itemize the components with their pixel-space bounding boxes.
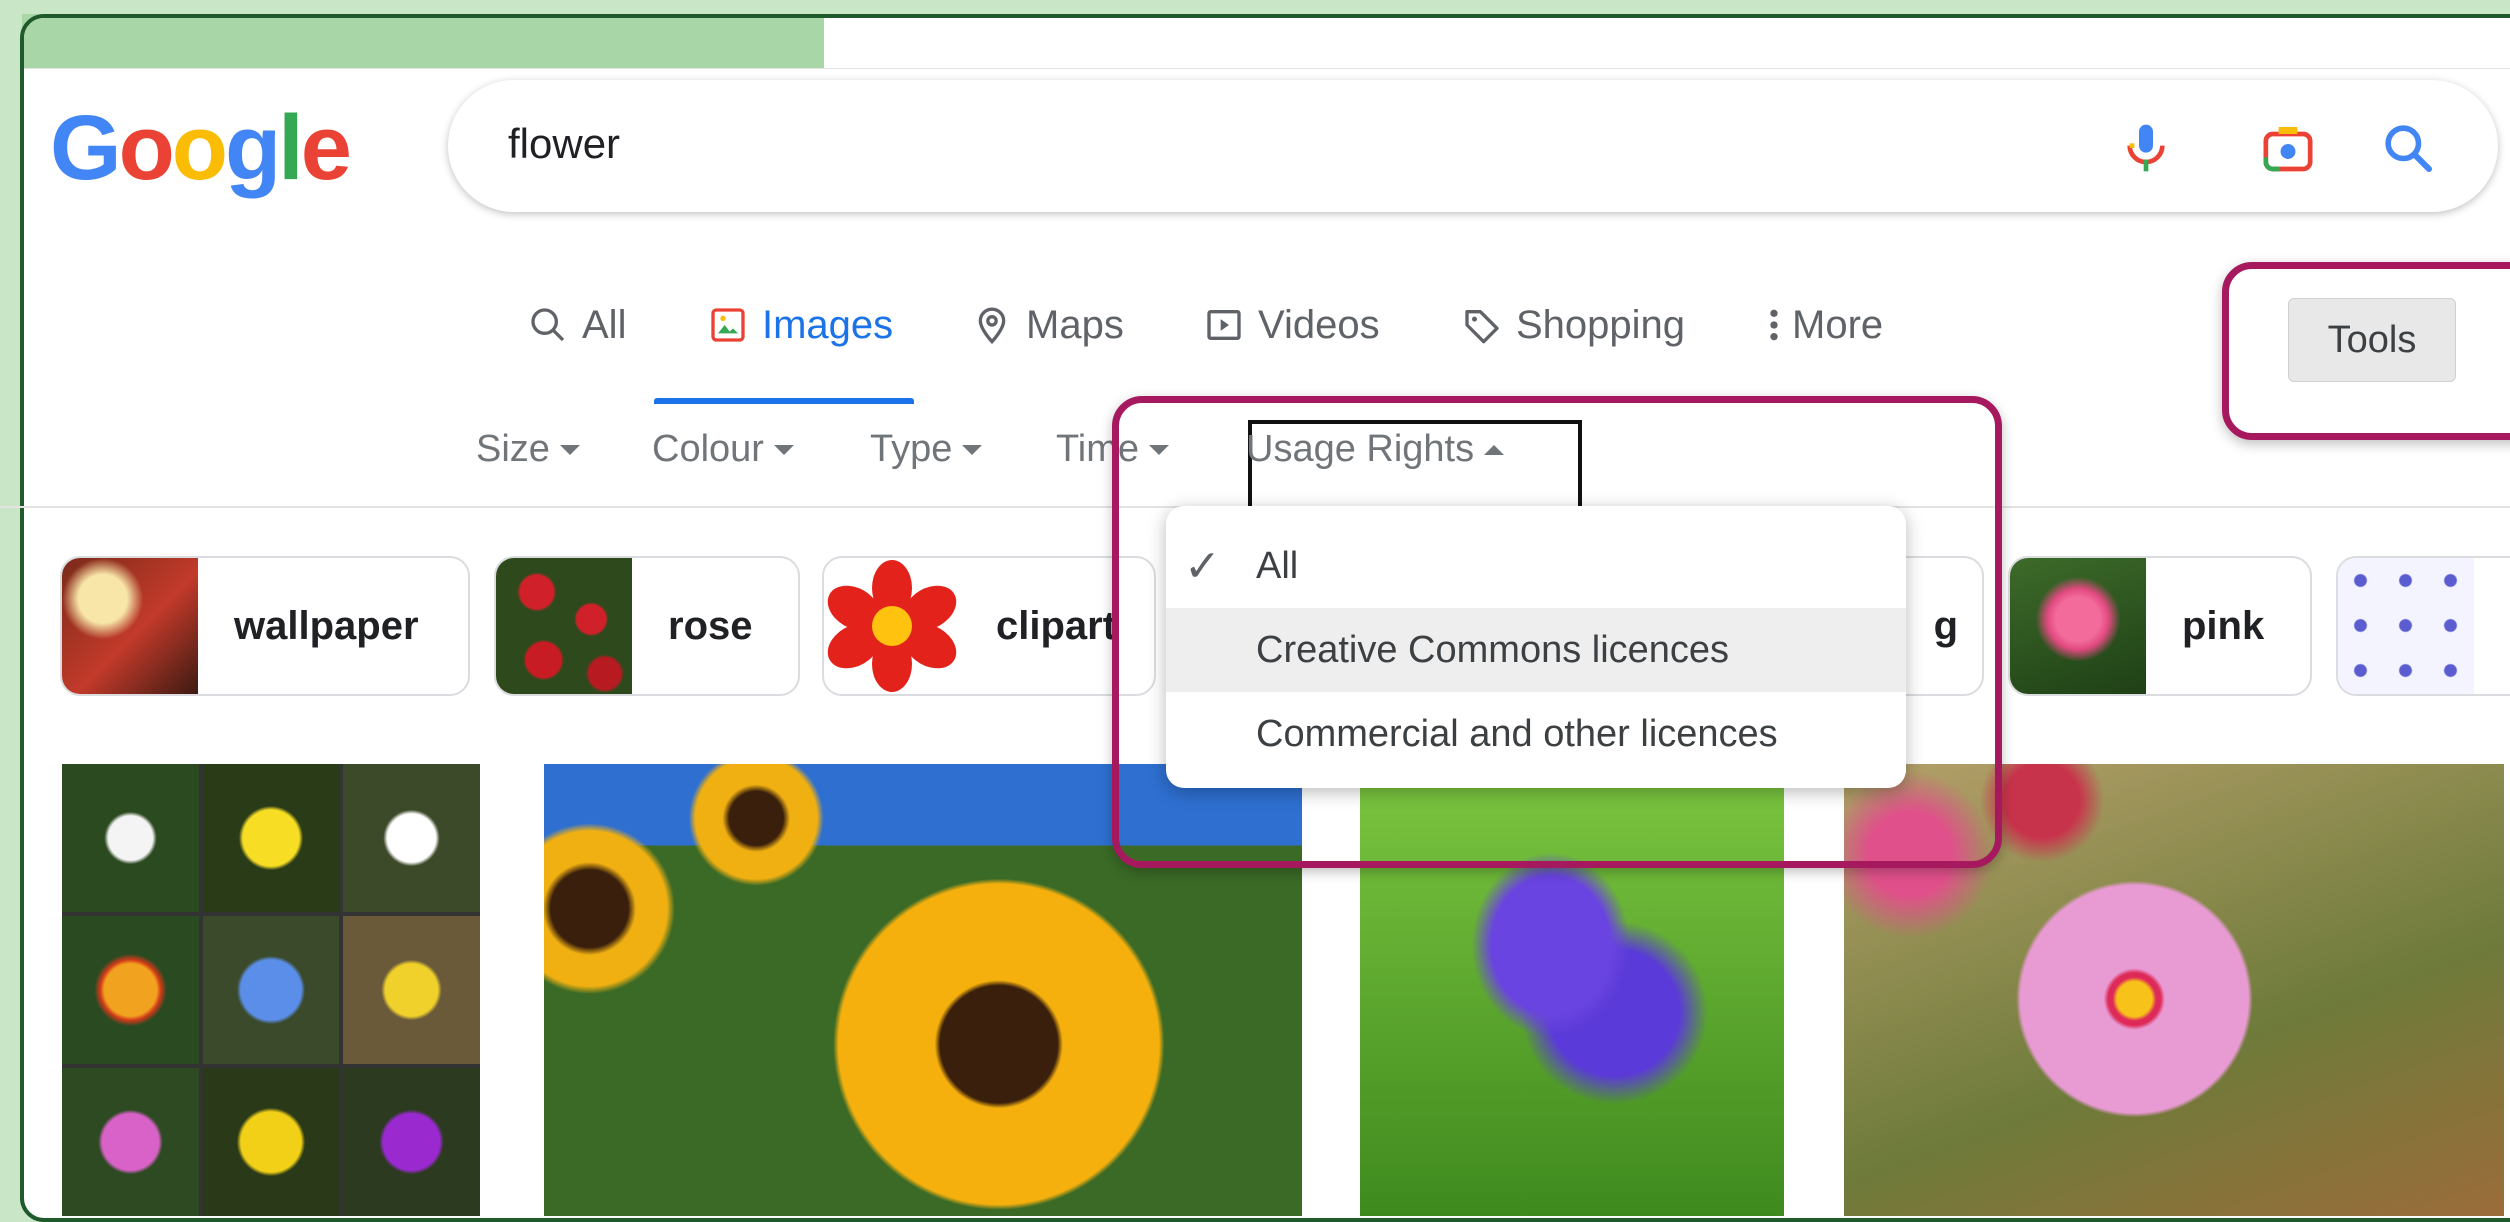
grid-tile [202,916,340,1064]
grid-tile [202,764,340,912]
chip-thumbnail [2010,558,2146,694]
dropdown-item-label: Creative Commons licences [1256,628,1730,671]
tag-icon [1465,310,1499,344]
search-icon [531,308,565,342]
tab-label: All [582,302,627,347]
tab-all[interactable]: All [528,300,626,350]
microphone-icon[interactable] [2118,120,2174,176]
grid-tile [62,916,199,1064]
check-icon: ✓ [1184,541,1221,591]
dropdown-item-creative-commons[interactable]: Creative Commons licences [1166,608,1906,692]
filter-label: Type [870,428,953,470]
tab-images[interactable]: Images [708,300,893,350]
grid-tile [343,1068,480,1216]
dropdown-item-all[interactable]: ✓ All [1166,524,1906,608]
chip-wallpaper[interactable]: wallpaper [60,556,470,696]
chip-thumbnail [496,558,632,694]
image-icon [711,308,745,342]
result-image-flower-grid[interactable] [62,764,480,1216]
grid-tile [62,764,199,912]
tab-shopping[interactable]: Shopping [1462,300,1685,350]
camera-icon[interactable] [2260,120,2316,176]
tab-videos[interactable]: Videos [1204,300,1380,350]
caret-down-icon [962,444,983,455]
caret-down-icon [559,444,580,455]
search-icon[interactable] [2380,120,2436,176]
grid-tile [343,916,480,1064]
logo-letter-g2: g [224,97,281,199]
filter-label: Size [476,428,550,470]
map-pin-icon [978,307,1006,345]
tab-more[interactable]: More [1764,300,1883,350]
browser-tab-bar [24,18,2510,69]
logo-letter-g: G [50,97,122,199]
search-input[interactable]: flower [508,120,620,168]
logo-letter-o2: o [171,97,228,199]
tab-label: More [1792,302,1884,347]
chip-rose[interactable]: rose [494,556,800,696]
tab-label: Shopping [1516,302,1686,347]
usage-rights-dropdown: ✓ All Creative Commons licences Commerci… [1166,506,1906,788]
chip-label: rose [668,603,753,648]
logo-letter-l: l [278,97,304,199]
filter-colour[interactable]: Colour [652,428,794,471]
google-logo[interactable]: Google [50,102,352,194]
tab-label: Videos [1258,302,1380,347]
active-tab-indicator [654,398,914,404]
more-vert-icon [1770,309,1778,341]
tab-label: Maps [1026,302,1124,347]
tab-maps[interactable]: Maps [972,300,1124,350]
grid-tile [62,1068,199,1216]
chip-pink[interactable]: pink [2008,556,2312,696]
grid-tile [343,764,480,912]
dropdown-item-label: Commercial and other licences [1256,712,1778,755]
filter-label: Colour [652,428,764,470]
play-icon [1207,310,1241,340]
red-flower-icon [827,560,957,692]
chip-label: pink [2182,603,2265,648]
chip-thumbnail [62,558,198,694]
logo-letter-o1: o [118,97,175,199]
tab-label: Images [762,302,894,347]
chip-thumbnail [2338,558,2474,694]
filter-size[interactable]: Size [476,428,580,471]
chip-clipart[interactable]: clipart [822,556,1156,696]
filter-type[interactable]: Type [870,428,983,471]
chip-more[interactable] [2336,556,2510,696]
dropdown-item-label: All [1256,544,1299,587]
caret-down-icon [773,444,794,455]
search-bar[interactable]: flower [448,80,2498,212]
logo-letter-e: e [300,97,352,199]
tools-highlight [2222,262,2510,440]
chip-label: wallpaper [234,603,419,648]
grid-tile [202,1068,340,1216]
dropdown-item-commercial[interactable]: Commercial and other licences [1166,692,1906,776]
